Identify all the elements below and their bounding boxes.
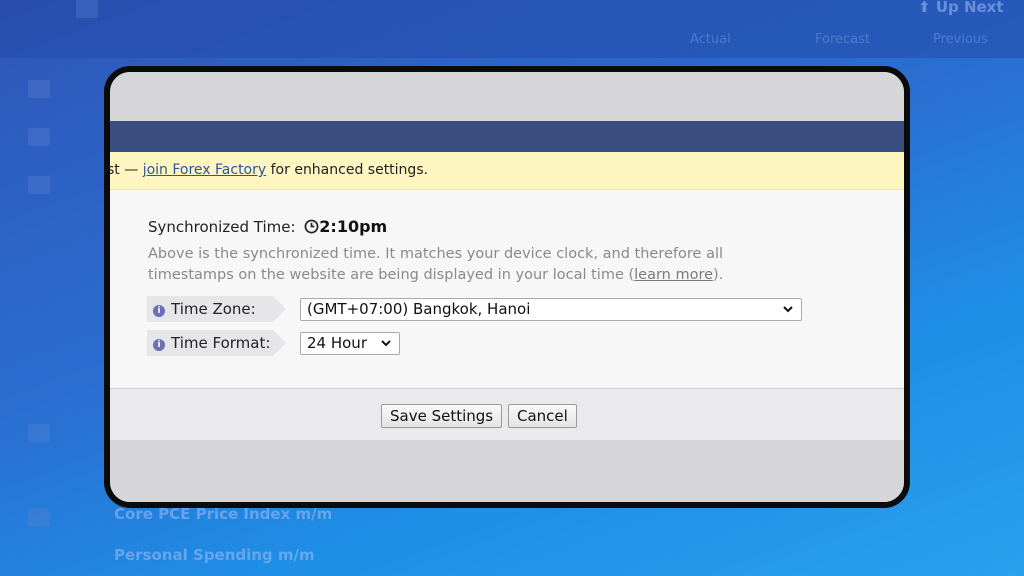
background-row-personal-spending: Personal Spending m/m [114,546,315,564]
description-end: ). [713,267,724,283]
clock-icon [304,219,319,238]
synchronized-time: Synchronized Time: 2:10pm [148,217,387,238]
background-flag-icon [28,508,50,526]
synchronized-time-value: 2:10pm [319,217,388,236]
background-column-actual: Actual [690,32,731,47]
info-icon[interactable]: i [153,339,165,351]
time-zone-label: Time Zone: [171,300,256,318]
chevron-down-icon [380,333,392,361]
time-zone-selected-value: (GMT+07:00) Bangkok, Hanoi [307,300,531,318]
join-forex-factory-link[interactable]: join Forex Factory [143,162,266,178]
notice-suffix: for enhanced settings. [270,162,429,178]
learn-more-link[interactable]: learn more [634,267,713,283]
background-logo [76,0,98,18]
background-header [0,0,1024,58]
background-flag-icon [28,80,50,98]
time-zone-select[interactable]: (GMT+07:00) Bangkok, Hanoi [300,298,802,321]
time-settings-dialog: st — join Forex Factory for enhanced set… [104,66,910,508]
background-up-next-link: ⬆ Up Next [918,0,1004,16]
dialog-top-area [110,72,904,121]
settings-content: Synchronized Time: 2:10pm Above is the s… [110,190,904,388]
time-zone-label-box: i Time Zone: [147,296,286,322]
dialog-bottom-area [110,440,904,502]
description-line-1: Above is the synchronized time. It match… [148,246,724,262]
info-icon[interactable]: i [153,305,165,317]
background-flag-icon [28,176,50,194]
description-line-2: timestamps on the website are being disp… [148,267,635,283]
background-flag-icon [28,128,50,146]
time-format-select[interactable]: 24 Hour [300,332,400,355]
cancel-button[interactable]: Cancel [508,404,577,428]
background-flag-icon [28,424,50,442]
dialog-footer: Save Settings Cancel [110,388,904,442]
save-settings-button[interactable]: Save Settings [381,404,503,428]
background-up-next-label: Up Next [935,0,1004,16]
guest-notice-banner: st — join Forex Factory for enhanced set… [110,152,904,190]
time-format-selected-value: 24 Hour [307,334,367,352]
time-format-label-box: i Time Format: [147,330,286,356]
notice-prefix: st — [107,162,139,178]
background-arrow-icon: ⬆ [918,0,931,16]
synchronized-time-label: Synchronized Time: [148,218,296,236]
synchronized-time-description: Above is the synchronized time. It match… [148,244,768,286]
notice-text: st — join Forex Factory for enhanced set… [107,152,429,189]
background-column-forecast: Forecast [815,32,871,47]
dialog-header-bar [110,121,904,152]
time-format-label: Time Format: [171,334,271,352]
chevron-down-icon [782,299,794,327]
background-column-previous: Previous [933,32,988,47]
